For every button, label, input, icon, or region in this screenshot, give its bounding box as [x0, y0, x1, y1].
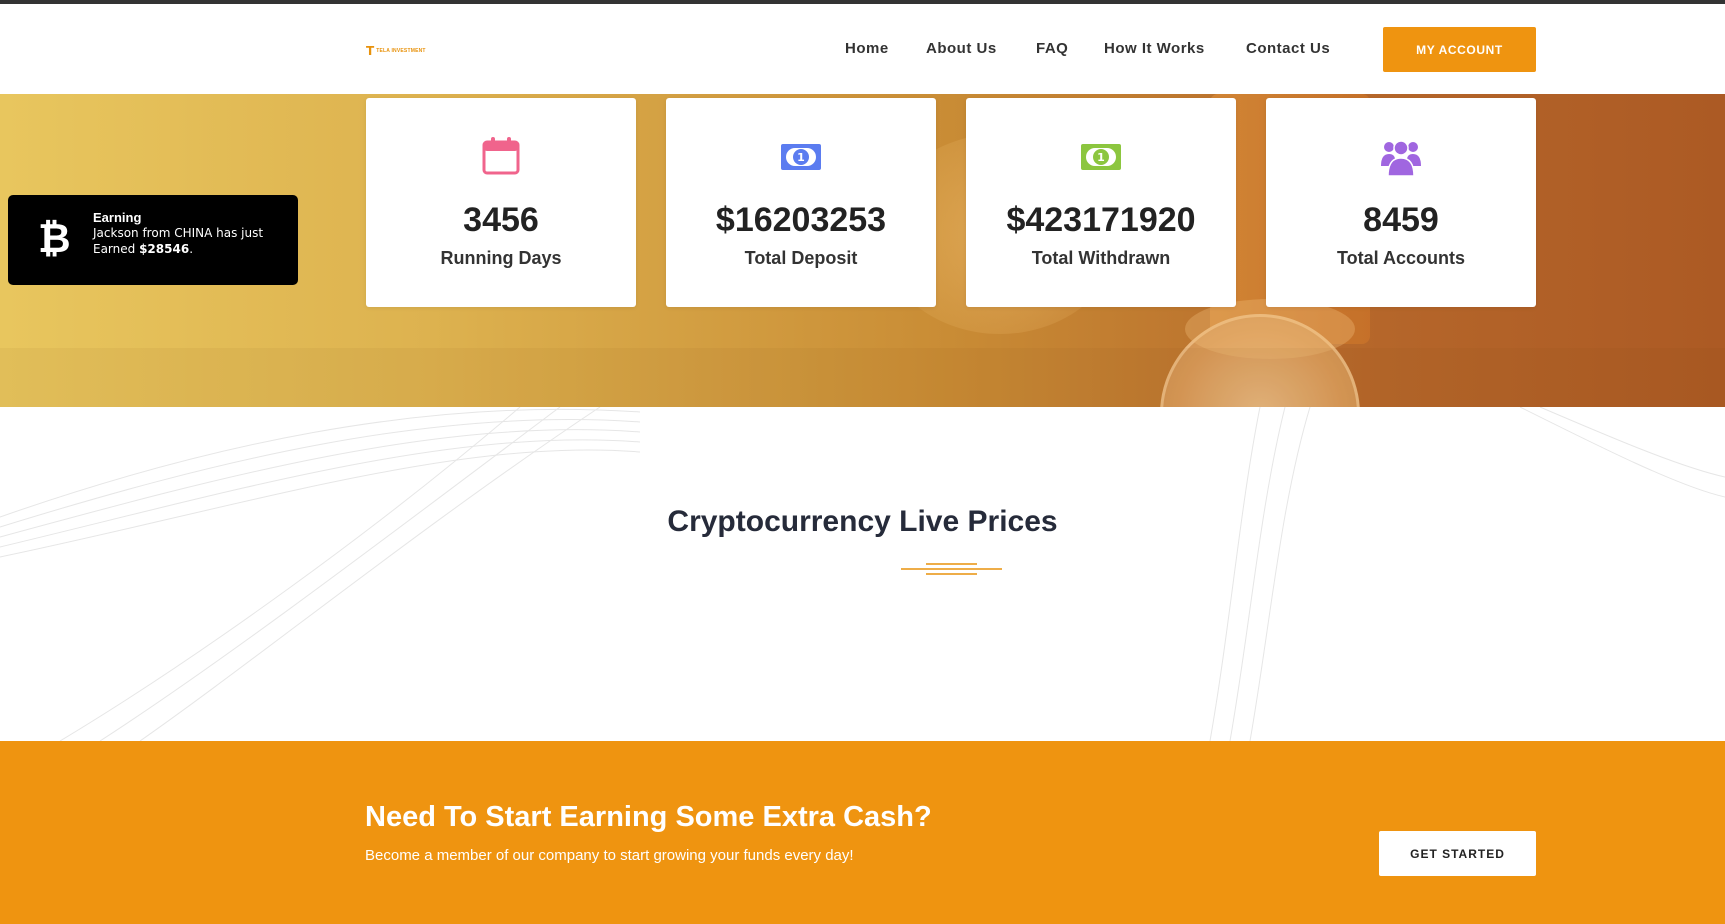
- stat-value: $16203253: [715, 201, 887, 239]
- cta-subtitle: Become a member of our company to start …: [365, 847, 854, 864]
- stat-label: Running Days: [440, 248, 562, 268]
- stat-value: 8459: [1363, 201, 1439, 239]
- logo-text: TELA INVESTMENT: [376, 48, 426, 54]
- svg-text:1: 1: [797, 151, 805, 164]
- logo-mark: T: [366, 44, 375, 58]
- money-bill-icon: 1: [781, 144, 821, 170]
- stat-card-total-accounts: 8459 Total Accounts: [1266, 98, 1536, 307]
- nav-contact-us[interactable]: Contact Us: [1246, 40, 1330, 57]
- hero-band: [0, 348, 1725, 407]
- calendar-icon: [482, 137, 520, 175]
- cta-title: Need To Start Earning Some Extra Cash?: [365, 801, 932, 833]
- notification-title: Earning: [93, 210, 142, 225]
- crypto-prices-section: Cryptocurrency Live Prices: [0, 407, 1725, 741]
- notification-amount: $28546: [139, 242, 190, 256]
- stat-value: 3456: [463, 201, 539, 239]
- nav-about-us[interactable]: About Us: [926, 40, 997, 57]
- site-header: T TELA INVESTMENT Home About Us FAQ How …: [0, 4, 1725, 94]
- earning-notification[interactable]: ₿ Earning Jackson from CHINA has just Ea…: [8, 195, 298, 285]
- section-title: Cryptocurrency Live Prices: [667, 505, 1058, 538]
- my-account-button[interactable]: MY ACCOUNT: [1383, 27, 1536, 72]
- stat-label: Total Withdrawn: [1031, 248, 1171, 268]
- nav-how-it-works[interactable]: How It Works: [1104, 40, 1205, 57]
- stat-value: $423171920: [1006, 201, 1196, 239]
- stat-card-total-deposit: 1 $16203253 Total Deposit: [666, 98, 936, 307]
- stat-label: Total Deposit: [744, 248, 858, 268]
- notification-message: Jackson from CHINA has just Earned $2854…: [93, 225, 288, 257]
- decorative-wave-lines: [0, 407, 1725, 741]
- nav-home[interactable]: Home: [845, 40, 889, 57]
- stat-label: Total Accounts: [1336, 248, 1465, 268]
- nav-faq[interactable]: FAQ: [1036, 40, 1068, 57]
- money-bill-icon: 1: [1081, 144, 1121, 170]
- stat-card-total-withdrawn: 1 $423171920 Total Withdrawn: [966, 98, 1236, 307]
- svg-text:1: 1: [1097, 151, 1105, 164]
- get-started-button[interactable]: GET STARTED: [1379, 831, 1536, 876]
- notification-suffix: .: [189, 242, 194, 256]
- site-logo[interactable]: T TELA INVESTMENT: [366, 44, 426, 58]
- users-icon: [1381, 140, 1421, 176]
- stat-card-running-days: 3456 Running Days: [366, 98, 636, 307]
- title-divider: [901, 563, 1002, 575]
- cta-banner: Need To Start Earning Some Extra Cash? B…: [0, 741, 1725, 924]
- bitcoin-icon: ₿: [38, 216, 71, 262]
